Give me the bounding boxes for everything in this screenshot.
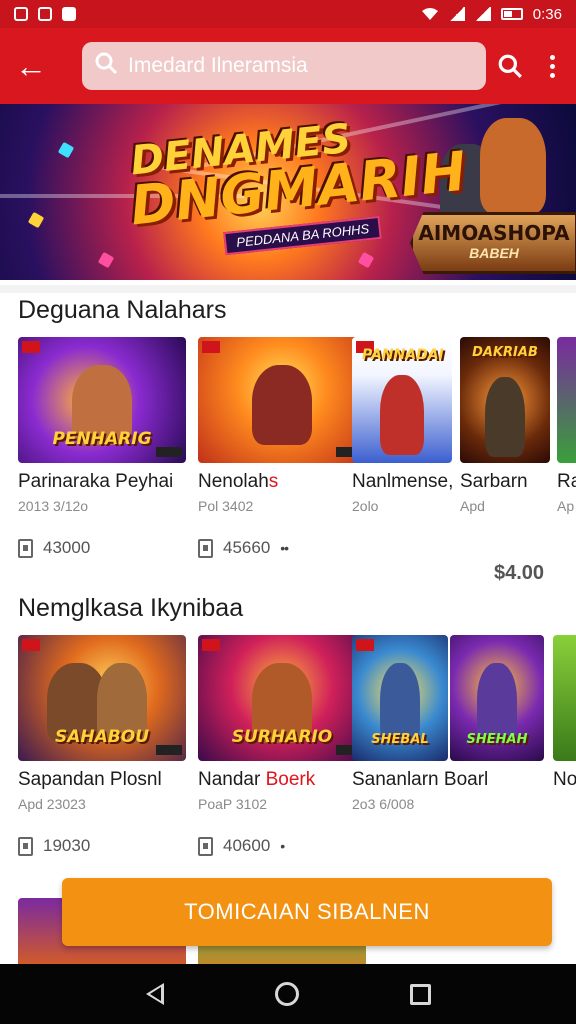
game-card[interactable]: SHEBAL Sananlarn Boarl 2o3 6/008 — [352, 635, 488, 812]
signal-icon-2 — [474, 7, 491, 21]
download-count: 43000 — [18, 538, 188, 558]
notification-icon — [14, 7, 28, 21]
price-label: $4.00 — [494, 562, 545, 584]
game-card-partial[interactable]: No — [553, 635, 576, 791]
search-box[interactable] — [82, 42, 486, 90]
fox-character — [480, 118, 546, 214]
game-date: 2013 3/12o — [18, 498, 89, 514]
game-thumbnail: DAKRIAB — [460, 337, 550, 463]
more-dots-icon[interactable]: •• — [280, 540, 289, 556]
search-field-icon — [94, 51, 118, 82]
game-title: Nenolahs — [198, 471, 279, 492]
game-title: Sarbarn — [460, 471, 528, 492]
status-time: 0:36 — [532, 5, 562, 23]
game-title: Sananlarn Boarl — [352, 769, 489, 790]
game-card[interactable]: SHEHAH — [450, 635, 544, 769]
more-vert-icon[interactable] — [536, 46, 568, 86]
game-title: Nanlmense, — [352, 471, 452, 492]
game-card[interactable]: Nenolahs Pol 3402 45660 •• — [198, 337, 368, 558]
wifi-icon — [421, 7, 439, 21]
game-card[interactable]: PANNADAI Nanlmense, 2olo — [352, 337, 452, 514]
download-count: 19030 — [18, 836, 188, 856]
game-thumbnail: SURHARIO — [198, 635, 366, 761]
status-bar: 0:36 — [0, 0, 576, 28]
nav-home-icon[interactable] — [274, 982, 299, 1006]
game-date: PoaP 3102 — [198, 796, 268, 812]
game-card[interactable]: SURHARIO Nandar Boerk PoaP 3102 40600 • — [198, 635, 368, 856]
app-bar: ← — [0, 28, 576, 104]
game-date: Apd — [460, 498, 485, 514]
game-title: Ra — [557, 471, 576, 492]
banner-subtitle: PEDDANA BA ROHHS — [223, 215, 383, 256]
download-icon — [198, 538, 213, 558]
more-dots-icon[interactable]: • — [280, 838, 285, 854]
battery-icon — [500, 8, 523, 20]
game-date: 2o3 6/008 — [352, 796, 415, 812]
promo-banner[interactable]: DENAMES DNGMARIH PEDDANA BA ROHHS AIMOAS… — [0, 104, 576, 280]
game-thumbnail — [198, 337, 366, 463]
signal-icon — [448, 7, 465, 21]
banner-badge: AIMOASHOPA BABEH — [410, 212, 576, 274]
download-icon — [198, 836, 213, 856]
game-date: Ap — [557, 498, 575, 514]
game-thumbnail: PENHARIG — [18, 337, 186, 463]
game-card[interactable]: SAHABOU Sapandan Plosnl Apd 23023 19030 — [18, 635, 188, 856]
game-card[interactable]: DAKRIAB Sarbarn Apd — [460, 337, 550, 514]
game-date: Pol 3402 — [198, 498, 254, 514]
game-title: No — [553, 769, 576, 790]
search-input[interactable] — [128, 54, 458, 78]
download-count: 40600 • — [198, 836, 368, 856]
game-title: Sapandan Plosnl — [18, 769, 162, 790]
download-count: 45660 •• — [198, 538, 368, 558]
divider — [0, 285, 576, 293]
banner-title: DENAMES DNGMARIH — [128, 116, 469, 238]
game-title: Parinaraka Peyhai — [18, 471, 174, 492]
game-thumbnail: SHEBAL — [352, 635, 448, 761]
game-card[interactable]: PENHARIG Parinaraka Peyhai 2013 3/12o 43… — [18, 337, 188, 558]
game-thumbnail: PANNADAI — [352, 337, 452, 463]
search-icon[interactable] — [492, 46, 528, 86]
back-arrow-icon[interactable]: ← — [0, 28, 62, 104]
download-icon — [18, 836, 33, 856]
install-button[interactable]: TOMICAIAN SIBALNEN — [62, 878, 552, 946]
section-title: Deguana Nalahars — [18, 296, 227, 324]
nav-recents-icon[interactable] — [409, 983, 431, 1005]
navigation-bar — [0, 964, 576, 1024]
game-card-partial[interactable]: Ra Ap — [557, 337, 576, 514]
game-thumbnail: SHEHAH — [450, 635, 544, 761]
section-title: Nemglkasa Ikynibaa — [18, 594, 244, 622]
game-date: Apd 23023 — [18, 796, 86, 812]
download-icon — [18, 538, 33, 558]
nav-back-icon[interactable] — [145, 983, 164, 1005]
game-date: 2olo — [352, 498, 379, 514]
game-thumbnail: SAHABOU — [18, 635, 186, 761]
game-title: Nandar Boerk — [198, 769, 316, 790]
game-thumbnail — [553, 635, 576, 761]
youtube-icon — [62, 7, 76, 21]
game-thumbnail — [557, 337, 576, 463]
gallery-icon — [38, 7, 52, 21]
